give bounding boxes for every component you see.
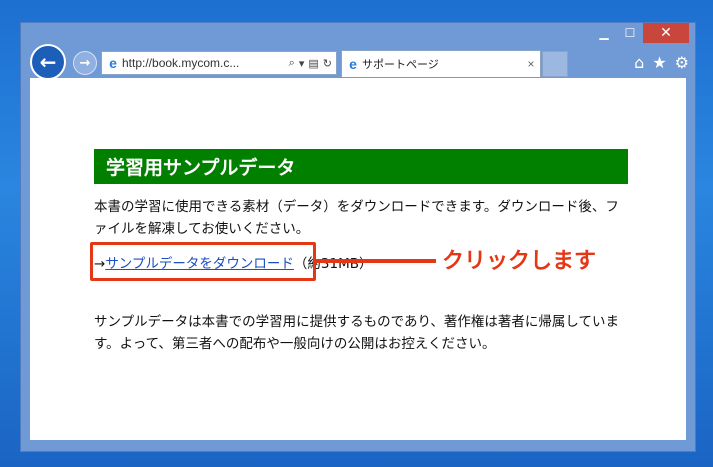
minimize-button[interactable]: ▁ <box>591 23 617 43</box>
page-content: 学習用サンプルデータ 本書の学習に使用できる素材（データ）をダウンロードできます… <box>30 78 686 440</box>
forward-arrow-icon: → <box>79 55 91 71</box>
window-controls: ▁ ☐ ✕ <box>591 23 689 43</box>
tab-title: サポートページ <box>362 59 439 71</box>
ie-logo-icon: e <box>109 55 117 71</box>
refresh-icon[interactable]: ↻ <box>323 57 332 70</box>
annotation-pointer-line <box>316 259 436 263</box>
back-arrow-icon: ← <box>39 50 57 74</box>
tab-ie-icon: e <box>349 56 357 72</box>
search-icon[interactable]: ⌕ <box>289 57 295 70</box>
copyright-paragraph: サンプルデータは本書での学習用に提供するものであり、著作権は著者に帰属しています… <box>94 314 620 352</box>
page-heading: 学習用サンプルデータ <box>94 149 628 184</box>
favorites-star-icon[interactable]: ★ <box>652 53 666 72</box>
dropdown-icon[interactable]: ▾ <box>299 57 305 70</box>
new-tab-button[interactable] <box>542 51 568 77</box>
address-bar[interactable]: e http://book.mycom.c... ⌕ ▾ ▤ ↻ <box>101 51 337 75</box>
tab-support-page[interactable]: e サポートページ × <box>341 50 541 77</box>
compatibility-view-icon[interactable]: ▤ <box>308 57 318 70</box>
maximize-button[interactable]: ☐ <box>617 23 643 43</box>
address-tools: ⌕ ▾ ▤ ↻ <box>289 57 336 70</box>
back-button[interactable]: ← <box>30 44 66 80</box>
address-url[interactable]: http://book.mycom.c... <box>122 56 289 70</box>
toolbar-icons: ⌂ ★ ⚙ <box>634 53 689 72</box>
tab-close-icon[interactable]: × <box>522 57 540 71</box>
home-icon[interactable]: ⌂ <box>634 53 644 72</box>
annotation-highlight-box <box>90 242 316 281</box>
close-button[interactable]: ✕ <box>643 23 689 43</box>
gear-icon[interactable]: ⚙ <box>675 53 689 72</box>
forward-button[interactable]: → <box>73 51 97 75</box>
intro-paragraph: 本書の学習に使用できる素材（データ）をダウンロードできます。ダウンロード後、ファ… <box>94 199 619 237</box>
browser-window: ▁ ☐ ✕ ← → e http://book.mycom.c... ⌕ ▾ ▤… <box>20 22 696 452</box>
annotation-callout: クリックします <box>442 249 597 274</box>
